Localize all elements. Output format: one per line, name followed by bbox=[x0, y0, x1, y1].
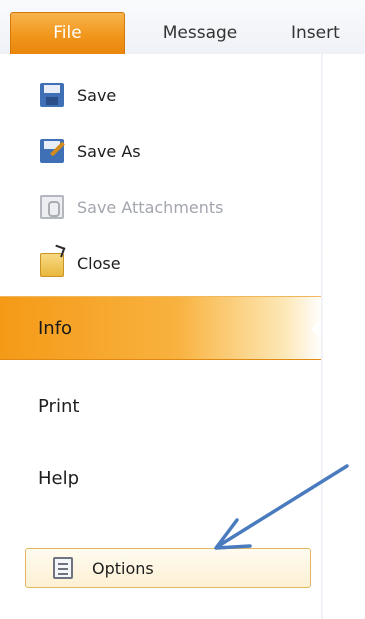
tab-insert[interactable]: Insert bbox=[291, 18, 365, 48]
nav-help[interactable]: Help bbox=[0, 450, 322, 508]
save-as-icon bbox=[40, 139, 64, 163]
options-button[interactable]: Options bbox=[25, 548, 311, 588]
save-icon bbox=[40, 83, 64, 107]
save-label: Save bbox=[77, 85, 117, 105]
options-icon bbox=[53, 557, 73, 579]
nav-print-label: Print bbox=[38, 396, 80, 417]
selected-notch bbox=[311, 317, 323, 341]
nav-print[interactable]: Print bbox=[0, 378, 322, 436]
ribbon-tab-strip: File Message Insert bbox=[0, 0, 365, 54]
nav-info-label: Info bbox=[38, 318, 73, 339]
tab-message[interactable]: Message bbox=[140, 18, 260, 48]
close-label: Close bbox=[77, 253, 121, 273]
tab-file[interactable]: File bbox=[10, 12, 125, 54]
save-as-label: Save As bbox=[77, 141, 141, 161]
save-command[interactable]: Save bbox=[40, 78, 310, 112]
save-as-command[interactable]: Save As bbox=[40, 134, 310, 168]
options-label: Options bbox=[92, 558, 154, 578]
save-attachments-command: Save Attachments bbox=[40, 190, 310, 224]
backstage-menu: Save Save As Save Attachments Close Info… bbox=[0, 54, 324, 619]
save-attachments-label: Save Attachments bbox=[77, 197, 224, 217]
close-command[interactable]: Close bbox=[40, 246, 310, 280]
nav-info[interactable]: Info bbox=[0, 296, 323, 360]
folder-close-icon bbox=[40, 253, 64, 277]
nav-help-label: Help bbox=[38, 468, 80, 489]
backstage-content-area bbox=[323, 54, 365, 619]
outlook-window: File Message Insert Save Save As Save At… bbox=[0, 0, 365, 619]
save-attachments-icon bbox=[40, 195, 64, 219]
